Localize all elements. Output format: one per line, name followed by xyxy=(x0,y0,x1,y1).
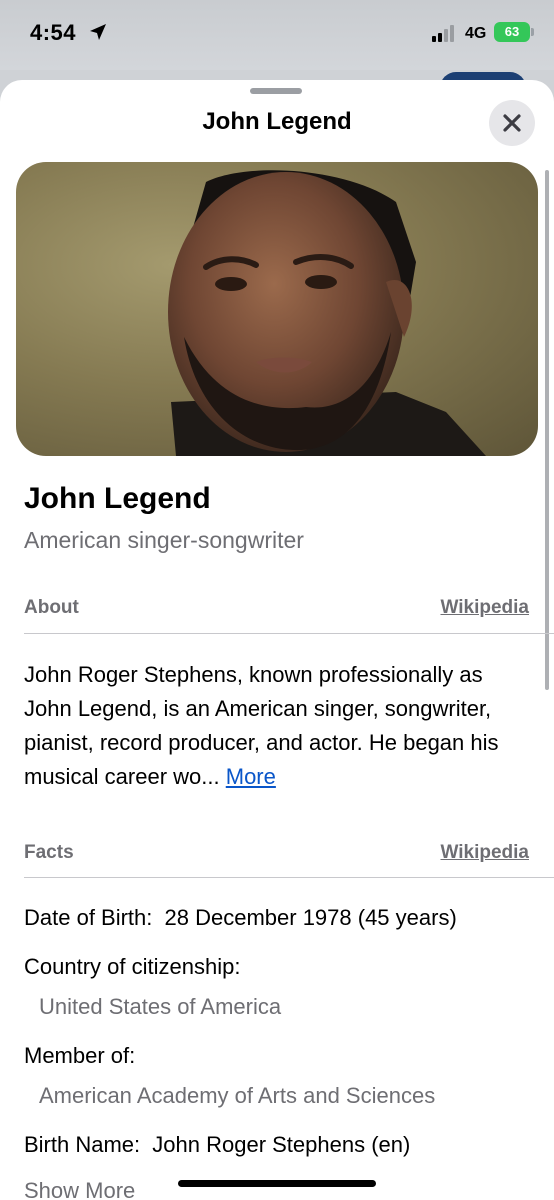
date-of-birth-label: Date of Birth: xyxy=(24,905,153,930)
location-arrow-icon xyxy=(88,22,108,47)
portrait-image xyxy=(16,162,538,456)
member-of-label: Member of: xyxy=(24,1043,136,1068)
battery-tip xyxy=(531,28,534,36)
about-text: John Roger Stephens, known professionall… xyxy=(24,658,536,794)
about-label: About xyxy=(24,597,79,618)
status-bar: 4:54 4G 63 xyxy=(0,0,554,70)
entity-name: John Legend xyxy=(24,482,211,515)
close-button[interactable] xyxy=(489,100,535,146)
network-type: 4G xyxy=(465,25,487,42)
facts-divider xyxy=(24,877,554,878)
more-link[interactable]: More xyxy=(226,764,276,789)
scroll-indicator[interactable] xyxy=(545,170,549,690)
facts-wikipedia-link[interactable]: Wikipedia xyxy=(440,842,529,864)
member-of-value[interactable]: American Academy of Arts and Sciences xyxy=(39,1083,435,1109)
show-more-button[interactable]: Show More xyxy=(24,1178,135,1200)
facts-label: Facts xyxy=(24,842,74,863)
birth-name-label: Birth Name: xyxy=(24,1132,141,1157)
entity-subtitle: American singer-songwriter xyxy=(24,527,304,553)
sheet-grabber[interactable] xyxy=(250,88,302,94)
cellular-signal-icon xyxy=(432,24,462,42)
fact-date-of-birth: Date of Birth: 28 December 1978 (45 year… xyxy=(24,905,457,931)
about-wikipedia-link[interactable]: Wikipedia xyxy=(440,597,529,619)
knowledge-sheet: John Legend John Legend American singer-… xyxy=(0,80,554,1200)
battery-level: 63 xyxy=(504,24,520,39)
close-icon xyxy=(503,114,521,132)
date-of-birth-value: 28 December 1978 (45 years) xyxy=(164,905,457,930)
birth-name-value: John Roger Stephens (en) xyxy=(152,1132,411,1157)
home-indicator[interactable] xyxy=(178,1180,376,1187)
fact-birth-name: Birth Name: John Roger Stephens (en) xyxy=(24,1132,410,1158)
citizenship-label: Country of citizenship: xyxy=(24,954,241,979)
battery-icon: 63 xyxy=(494,22,530,42)
about-divider xyxy=(24,633,554,634)
sheet-title: John Legend xyxy=(202,108,352,135)
status-time: 4:54 xyxy=(30,20,77,45)
citizenship-value[interactable]: United States of America xyxy=(39,994,281,1020)
